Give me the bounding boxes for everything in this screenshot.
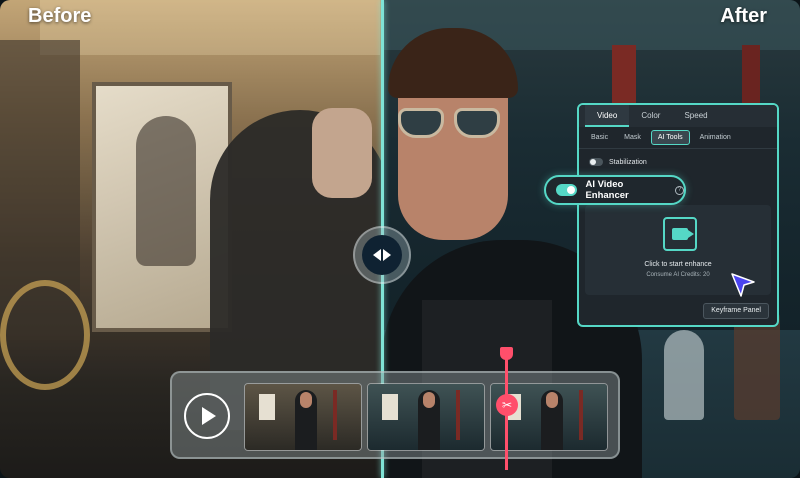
ai-video-enhancer-toggle-row: AI Video Enhancer ? [544, 175, 686, 205]
bicycle-wheel [0, 280, 90, 390]
left-right-arrows-icon [362, 235, 402, 275]
stabilization-toggle[interactable] [589, 158, 603, 166]
playhead-handle[interactable] [500, 347, 513, 360]
tab-speed[interactable]: Speed [672, 105, 719, 127]
tab-video[interactable]: Video [585, 105, 630, 127]
play-icon [202, 407, 216, 425]
stabilization-label: Stabilization [609, 158, 647, 166]
subtab-mask[interactable]: Mask [618, 131, 647, 144]
before-label: Before [28, 5, 92, 27]
clip-thumbnail[interactable] [367, 383, 485, 451]
cursor-arrow-icon [731, 273, 755, 297]
hand [312, 108, 372, 198]
background-person [664, 330, 704, 420]
video-enhance-icon[interactable] [663, 217, 697, 251]
panel-subtabs: Basic Mask AI Tools Animation [579, 127, 777, 149]
stabilization-row: Stabilization [579, 149, 777, 167]
clip-thumbnail[interactable] [244, 383, 362, 451]
subtab-ai-tools[interactable]: AI Tools [650, 130, 690, 145]
play-button[interactable] [184, 393, 230, 439]
tab-color[interactable]: Color [629, 105, 672, 127]
panel-tabs: Video Color Speed [579, 105, 777, 127]
subtab-basic[interactable]: Basic [585, 131, 614, 144]
help-icon[interactable]: ? [675, 185, 684, 195]
keyframe-panel-button[interactable]: Keyframe Panel [703, 303, 769, 319]
ai-video-enhancer-toggle[interactable] [556, 184, 578, 196]
compare-handle[interactable] [353, 226, 411, 284]
timeline-strip [170, 371, 620, 459]
enhance-title: Click to start enhance [644, 261, 712, 268]
sunglasses [396, 108, 506, 142]
subtab-animation[interactable]: Animation [694, 131, 737, 144]
scissors-icon[interactable]: ✂ [496, 394, 518, 416]
before-after-comparison: Before After Video Color Speed Basic Mas… [0, 0, 800, 478]
after-label: After [720, 5, 767, 27]
ai-video-enhancer-label: AI Video Enhancer [585, 179, 629, 201]
